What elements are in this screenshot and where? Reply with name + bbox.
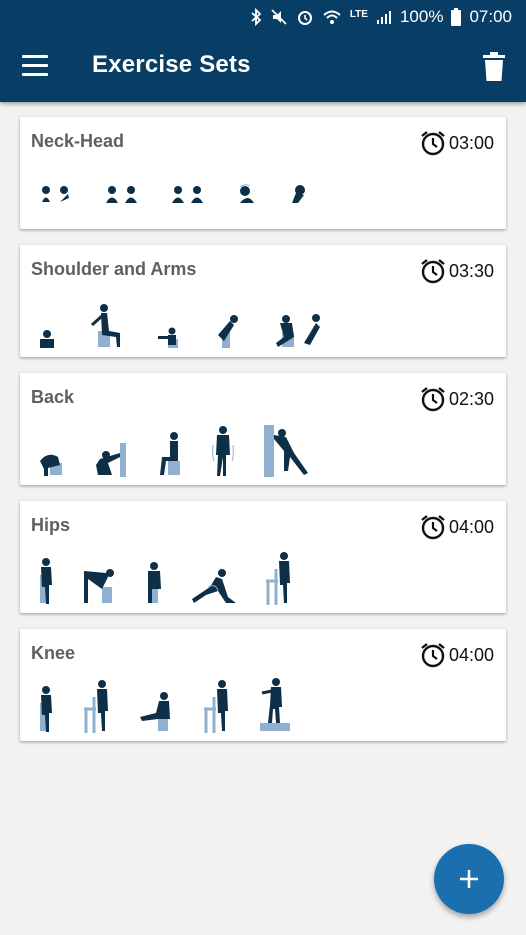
exercise-figure-icon: [266, 552, 290, 605]
exercise-set-duration: 04:00: [448, 516, 494, 537]
exercise-figure-icon: [239, 184, 254, 203]
alarm-clock-icon: [421, 643, 445, 668]
exercise-figures: [38, 295, 494, 357]
exercise-figures: [38, 167, 494, 233]
exercise-figures: [38, 678, 494, 739]
exercise-figure-icon: [40, 686, 52, 732]
alarm-clock-icon: [421, 515, 445, 540]
menu-icon: [22, 55, 48, 58]
exercise-set-duration-group: 04:00: [419, 513, 494, 541]
add-exercise-set-button[interactable]: [434, 844, 504, 914]
exercise-set-duration: 03:30: [448, 260, 494, 281]
exercise-figure-icon: [192, 569, 236, 603]
alarm-clock-icon: [421, 259, 445, 284]
exercise-set-card-back[interactable]: Back 02:30: [20, 373, 506, 485]
plus-icon: [460, 870, 478, 888]
exercise-set-duration-group: 02:30: [419, 385, 494, 413]
exercise-figure-icon: [292, 185, 305, 203]
trash-icon[interactable]: [482, 52, 506, 82]
exercise-figure-icon: [140, 692, 170, 731]
exercise-set-name: Knee: [31, 643, 76, 663]
exercise-set-card-hips[interactable]: Hips 04:00: [20, 501, 506, 613]
signal-icon: [376, 11, 391, 24]
wifi-icon: [323, 10, 341, 24]
exercise-figure-icon: [106, 186, 137, 203]
exercise-figures: [38, 551, 494, 613]
exercise-set-card-neck-head[interactable]: Neck-Head 03:00: [20, 117, 506, 229]
alarm-clock-icon: [421, 387, 445, 412]
exercise-figure-icon: [218, 315, 238, 348]
exercise-set-name: Hips: [31, 515, 71, 535]
network-type: LTE: [349, 8, 368, 20]
exercise-set-duration: 03:00: [448, 132, 494, 153]
exercise-figure-icon: [260, 678, 290, 731]
exercise-figure-icon: [172, 186, 203, 203]
status-bar: LTE 100% 07:00: [0, 0, 526, 34]
exercise-set-card-knee[interactable]: Knee 04:00: [20, 629, 506, 741]
battery-percent: 100%: [399, 7, 444, 26]
mute-icon: [271, 9, 287, 25]
bluetooth-icon: [251, 8, 262, 26]
exercise-figure-icon: [40, 330, 54, 348]
exercise-figure-icon: [212, 426, 234, 476]
alarm-status-icon: [297, 11, 312, 25]
alarm-clock-icon: [421, 131, 445, 156]
exercise-figure-icon: [40, 558, 52, 604]
exercise-set-list: Neck-Head 03:00 Shoulder and Arms 03:30: [20, 117, 506, 757]
exercise-figure-icon: [42, 186, 69, 202]
exercise-figure-icon: [84, 569, 114, 603]
battery-icon: [451, 8, 462, 26]
exercise-figure-icon: [276, 314, 320, 347]
exercise-set-name: Neck-Head: [31, 131, 125, 151]
exercise-figures: [38, 423, 494, 481]
page-title: Exercise Sets: [92, 51, 251, 78]
exercise-figure-icon: [90, 304, 120, 347]
exercise-figure-icon: [40, 454, 62, 476]
exercise-set-duration-group: 04:00: [419, 641, 494, 669]
exercise-figure-icon: [158, 327, 178, 348]
exercise-set-duration-group: 03:30: [419, 257, 494, 285]
menu-button[interactable]: [22, 55, 48, 77]
exercise-figure-icon: [96, 443, 126, 477]
app-bar: Exercise Sets: [0, 34, 526, 102]
exercise-set-name: Back: [31, 387, 75, 407]
exercise-figure-icon: [204, 680, 228, 733]
exercise-set-name: Shoulder and Arms: [31, 259, 197, 279]
exercise-figure-icon: [148, 562, 161, 603]
exercise-set-duration: 02:30: [448, 388, 494, 409]
exercise-set-duration: 04:00: [448, 644, 494, 665]
exercise-set-card-shoulder-and-arms[interactable]: Shoulder and Arms 03:30: [20, 245, 506, 357]
clock: 07:00: [469, 7, 512, 26]
exercise-figure-icon: [160, 432, 180, 475]
exercise-set-duration-group: 03:00: [419, 129, 494, 157]
exercise-figure-icon: [264, 425, 308, 477]
exercise-figure-icon: [84, 680, 108, 733]
